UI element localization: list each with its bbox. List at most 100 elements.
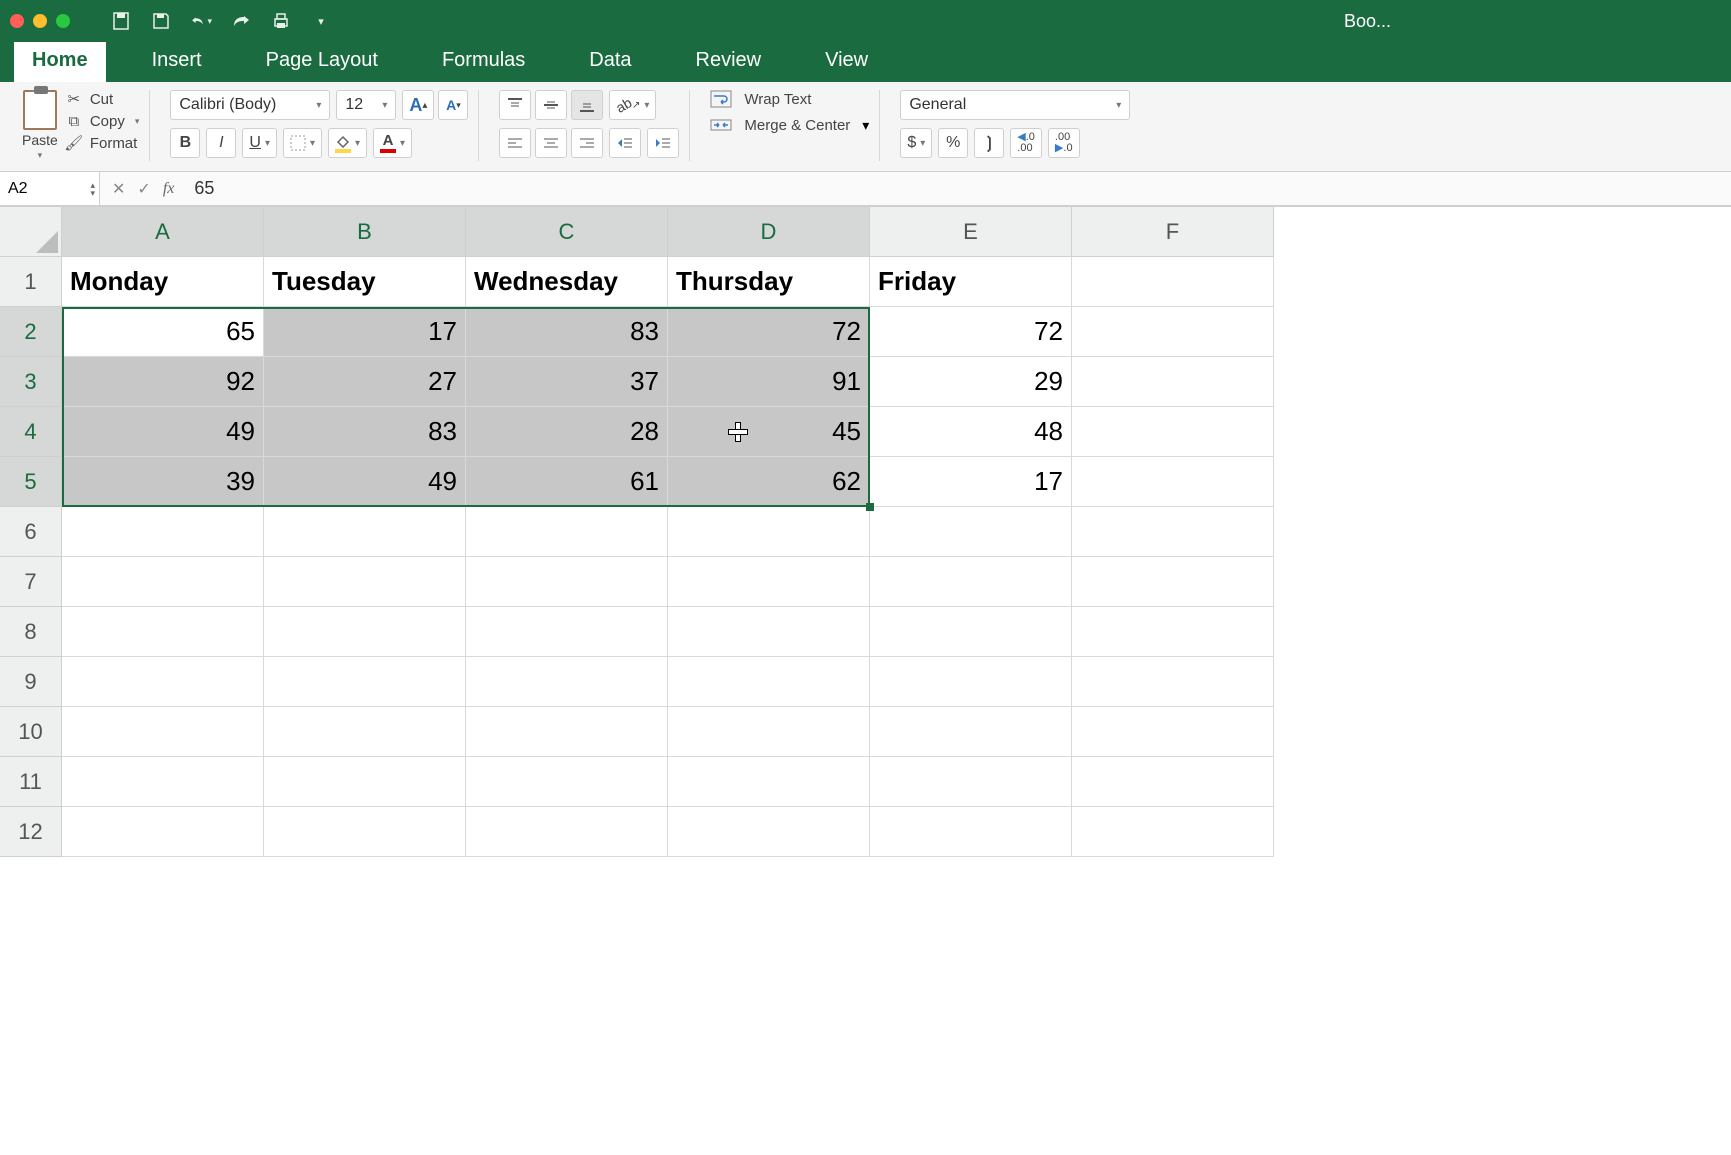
- align-center-button[interactable]: [535, 128, 567, 158]
- cell-D2[interactable]: 72: [668, 307, 870, 357]
- cell-F8[interactable]: [1072, 607, 1274, 657]
- save-icon[interactable]: [150, 10, 172, 32]
- cell-F10[interactable]: [1072, 707, 1274, 757]
- cell-A9[interactable]: [62, 657, 264, 707]
- cell-E3[interactable]: 29: [870, 357, 1072, 407]
- cell-A10[interactable]: [62, 707, 264, 757]
- cell-A8[interactable]: [62, 607, 264, 657]
- cell-D12[interactable]: [668, 807, 870, 857]
- zoom-window-button[interactable]: [56, 14, 70, 28]
- undo-button[interactable]: ▾: [190, 10, 212, 32]
- cell-A12[interactable]: [62, 807, 264, 857]
- cell-B3[interactable]: 27: [264, 357, 466, 407]
- row-header-11[interactable]: 11: [0, 757, 62, 807]
- cell-D5[interactable]: 62: [668, 457, 870, 507]
- copy-button[interactable]: ⧉Copy▾: [64, 112, 140, 130]
- cell-B10[interactable]: [264, 707, 466, 757]
- cell-C4[interactable]: 28: [466, 407, 668, 457]
- cell-E2[interactable]: 72: [870, 307, 1072, 357]
- redo-button[interactable]: [230, 10, 252, 32]
- cell-E1[interactable]: Friday: [870, 257, 1072, 307]
- cell-F7[interactable]: [1072, 557, 1274, 607]
- print-icon[interactable]: [270, 10, 292, 32]
- bold-button[interactable]: B: [170, 128, 200, 158]
- cancel-formula-icon[interactable]: ✕: [112, 179, 125, 199]
- cell-D6[interactable]: [668, 507, 870, 557]
- cell-B8[interactable]: [264, 607, 466, 657]
- cell-F9[interactable]: [1072, 657, 1274, 707]
- cell-C1[interactable]: Wednesday: [466, 257, 668, 307]
- format-painter-button[interactable]: 🖌Format: [64, 134, 140, 152]
- cell-B9[interactable]: [264, 657, 466, 707]
- cell-E9[interactable]: [870, 657, 1072, 707]
- row-header-8[interactable]: 8: [0, 607, 62, 657]
- minimize-window-button[interactable]: [33, 14, 47, 28]
- cell-C2[interactable]: 83: [466, 307, 668, 357]
- cell-A1[interactable]: Monday: [62, 257, 264, 307]
- align-bottom-button[interactable]: [571, 90, 603, 120]
- cell-E10[interactable]: [870, 707, 1072, 757]
- font-name-select[interactable]: Calibri (Body)▾: [170, 90, 330, 120]
- merge-center-button[interactable]: Merge & Center ▾: [710, 116, 869, 134]
- increase-font-size-button[interactable]: A▴: [402, 90, 434, 120]
- cell-D11[interactable]: [668, 757, 870, 807]
- cell-E5[interactable]: 17: [870, 457, 1072, 507]
- fill-color-button[interactable]: ▾: [328, 128, 367, 158]
- cell-B12[interactable]: [264, 807, 466, 857]
- column-header-E[interactable]: E: [870, 207, 1072, 257]
- fx-icon[interactable]: fx: [163, 180, 175, 198]
- cell-B5[interactable]: 49: [264, 457, 466, 507]
- cell-B2[interactable]: 17: [264, 307, 466, 357]
- cell-C8[interactable]: [466, 607, 668, 657]
- cell-D4[interactable]: 45: [668, 407, 870, 457]
- borders-button[interactable]: ▾: [283, 128, 322, 158]
- number-format-select[interactable]: General▾: [900, 90, 1130, 120]
- cell-F2[interactable]: [1072, 307, 1274, 357]
- cell-B11[interactable]: [264, 757, 466, 807]
- column-header-F[interactable]: F: [1072, 207, 1274, 257]
- cell-B6[interactable]: [264, 507, 466, 557]
- row-header-7[interactable]: 7: [0, 557, 62, 607]
- font-color-button[interactable]: A▾: [373, 128, 412, 158]
- cell-A6[interactable]: [62, 507, 264, 557]
- formula-input[interactable]: 65: [186, 178, 1731, 199]
- cell-C5[interactable]: 61: [466, 457, 668, 507]
- orientation-button[interactable]: ab↗▾: [609, 90, 656, 120]
- tab-home[interactable]: Home: [14, 39, 106, 82]
- cell-D3[interactable]: 91: [668, 357, 870, 407]
- row-header-6[interactable]: 6: [0, 507, 62, 557]
- cell-B1[interactable]: Tuesday: [264, 257, 466, 307]
- cell-D7[interactable]: [668, 557, 870, 607]
- cell-F1[interactable]: [1072, 257, 1274, 307]
- tab-data[interactable]: Data: [571, 39, 649, 82]
- row-header-3[interactable]: 3: [0, 357, 62, 407]
- close-window-button[interactable]: [10, 14, 24, 28]
- cell-B4[interactable]: 83: [264, 407, 466, 457]
- cell-F11[interactable]: [1072, 757, 1274, 807]
- row-header-4[interactable]: 4: [0, 407, 62, 457]
- cell-C12[interactable]: [466, 807, 668, 857]
- autosave-icon[interactable]: [110, 10, 132, 32]
- align-left-button[interactable]: [499, 128, 531, 158]
- cell-D10[interactable]: [668, 707, 870, 757]
- font-size-select[interactable]: 12▾: [336, 90, 396, 120]
- name-box-spinner[interactable]: ▴▾: [90, 181, 95, 197]
- cell-C7[interactable]: [466, 557, 668, 607]
- column-header-D[interactable]: D: [668, 207, 870, 257]
- tab-view[interactable]: View: [807, 39, 886, 82]
- row-header-9[interactable]: 9: [0, 657, 62, 707]
- row-header-10[interactable]: 10: [0, 707, 62, 757]
- cell-E4[interactable]: 48: [870, 407, 1072, 457]
- column-header-B[interactable]: B: [264, 207, 466, 257]
- cell-B7[interactable]: [264, 557, 466, 607]
- currency-button[interactable]: $▾: [900, 128, 932, 158]
- align-right-button[interactable]: [571, 128, 603, 158]
- decrease-decimal-button[interactable]: .00▶.0: [1048, 128, 1080, 158]
- cell-E11[interactable]: [870, 757, 1072, 807]
- column-header-C[interactable]: C: [466, 207, 668, 257]
- cell-A3[interactable]: 92: [62, 357, 264, 407]
- row-header-12[interactable]: 12: [0, 807, 62, 857]
- cell-C3[interactable]: 37: [466, 357, 668, 407]
- decrease-font-size-button[interactable]: A▾: [438, 90, 468, 120]
- name-box[interactable]: A2 ▴▾: [0, 172, 100, 205]
